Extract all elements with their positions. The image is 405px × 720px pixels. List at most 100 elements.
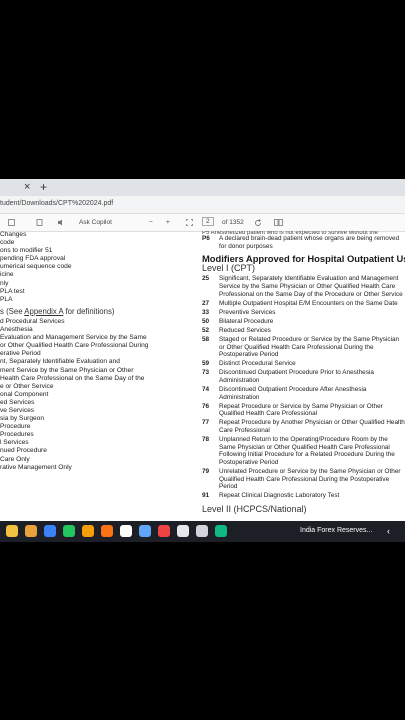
two-page-icon[interactable]	[274, 219, 283, 228]
modifier-description: Staged or Related Procedure or Service b…	[219, 336, 400, 359]
list-item: l Services	[0, 439, 29, 447]
modifier-row: 33 Preventive Services	[202, 309, 405, 317]
fit-page-icon[interactable]	[186, 219, 193, 228]
right-page-column: P5 Anesthetized patient who is not expec…	[202, 231, 405, 521]
list-item: e or Other Service	[0, 382, 54, 390]
list-item: nly	[0, 279, 9, 287]
modifier-list-bottom: d Procedural Services Anesthesia Evaluatio…	[0, 318, 190, 472]
modifier-row: 73 Discontinued Outpatient Procedure Prio…	[202, 369, 405, 384]
taskbar-app-icon[interactable]	[63, 525, 75, 537]
modifier-code: 52	[202, 326, 210, 334]
level-heading: Level I (CPT)	[202, 262, 256, 273]
address-bar[interactable]: tudent/Downloads/CPT%202024.pdf	[0, 196, 405, 214]
taskbar-app-icon[interactable]	[139, 525, 151, 537]
list-item: Procedures	[0, 431, 34, 439]
taskbar-app-icon[interactable]	[158, 525, 170, 537]
close-tab-icon[interactable]: ×	[24, 181, 30, 193]
rotate-icon[interactable]	[254, 218, 262, 229]
modifier-row: 58 Staged or Related Procedure or Service…	[202, 336, 405, 359]
url-text[interactable]: tudent/Downloads/CPT%202024.pdf	[0, 200, 113, 207]
list-item: Evaluation and Management Service by the…	[0, 334, 147, 342]
section-heading-suffix: for definitions)	[63, 306, 115, 316]
modifier-description: Distinct Procedural Service	[219, 360, 296, 368]
modifier-row: 25 Significant, Separately Identifiable E…	[202, 275, 405, 298]
screen: × + tudent/Downloads/CPT%202024.pdf Ask …	[0, 179, 405, 542]
ask-copilot-button[interactable]: Ask Copilot	[79, 219, 112, 226]
modifier-code: 25	[202, 275, 210, 283]
list-item: ed Services	[0, 398, 35, 406]
appendix-a-link[interactable]: Appendix A	[24, 307, 63, 316]
news-widget[interactable]: India Forex Reserves...	[300, 527, 372, 534]
modifier-code: 91	[202, 492, 210, 500]
list-item: Anesthesia	[0, 326, 33, 334]
taskbar-app-icon[interactable]	[44, 525, 56, 537]
list-item: code	[0, 239, 15, 247]
taskbar-app-icon[interactable]	[25, 525, 37, 537]
left-page-column: Changes code ons to modifier 51 pending FDA…	[0, 231, 190, 521]
list-item: d Procedural Services	[0, 317, 65, 325]
modifier-row: 74 Discontinued Outpatient Procedure Afte…	[202, 386, 405, 401]
list-item: erative Period	[0, 350, 41, 358]
modifier-code: 59	[202, 360, 210, 368]
modifier-row: 27 Multiple Outpatient Hospital E/M Encou…	[202, 300, 405, 308]
modifier-code: 27	[202, 299, 210, 307]
sidebar-toggle-icon[interactable]	[8, 219, 15, 228]
modifier-description: Unplanned Return to the Operating/Proced…	[219, 436, 395, 466]
modifier-row: 77 Repeat Procedure by Another Physician …	[202, 419, 405, 434]
section-heading: s (See Appendix A for definitions)	[0, 306, 190, 316]
list-item: ment Service by the Same Physician or Ot…	[0, 366, 134, 374]
modifier-description: Significant, Separately Identifiable Eva…	[219, 275, 403, 298]
browser-tab-strip: × +	[0, 179, 405, 196]
taskbar-app-icon[interactable]	[120, 525, 132, 537]
list-item: icine	[0, 271, 14, 279]
taskbar-app-icon[interactable]	[101, 525, 113, 537]
taskbar-app-icon[interactable]	[82, 525, 94, 537]
pdf-toolbar: Ask Copilot − + 2 of 1352	[0, 214, 405, 232]
taskbar-app-icon[interactable]	[196, 525, 208, 537]
modifier-row: 79 Unrelated Procedure or Service by the …	[202, 468, 405, 491]
page-number-input[interactable]: 2	[202, 217, 214, 226]
list-item: or Other Qualified Health Care Professio…	[0, 342, 149, 350]
modifier-description: Repeat Procedure by Another Physician or…	[219, 419, 405, 435]
list-item: umerical sequence code	[0, 263, 72, 271]
list-item: PLA	[0, 295, 13, 303]
modifier-description: Preventive Services	[219, 308, 276, 316]
new-tab-icon[interactable]: +	[40, 180, 47, 194]
page-title: Modifiers Approved for Hospital Outpatie…	[202, 253, 405, 265]
modifier-row: 76 Repeat Procedure or Service by Same Ph…	[202, 403, 405, 418]
modifier-description: Unrelated Procedure or Service by the Sa…	[219, 468, 401, 491]
modifier-description: Discontinued Outpatient Procedure After …	[219, 386, 367, 401]
page-view-icon[interactable]	[36, 219, 43, 228]
list-item: pending FDA approval	[0, 255, 66, 263]
modifier-code: 76	[202, 402, 210, 410]
modifier-row: 59 Distinct Procedural Service	[202, 360, 405, 368]
taskbar-app-icon[interactable]	[215, 525, 227, 537]
modifier-code: 50	[202, 317, 210, 325]
read-aloud-icon[interactable]	[57, 219, 65, 228]
modifier-description: Repeat Procedure or Service by Same Phys…	[219, 402, 383, 418]
list-item: rative Management Only	[0, 463, 72, 471]
modifier-table: 25 Significant, Separately Identifiable E…	[202, 275, 405, 500]
taskbar-app-icon[interactable]	[6, 525, 18, 537]
modifier-description: Repeat Clinical Diagnostic Laboratory Te…	[219, 492, 340, 500]
modifier-row: 52 Reduced Services	[202, 327, 405, 335]
list-item: Care Only	[0, 455, 30, 463]
show-hidden-icons-chevron-icon[interactable]: ‹	[387, 526, 390, 536]
modifier-list-top: Changes code ons to modifier 51 pending FDA…	[0, 231, 190, 304]
modifier-code: 58	[202, 336, 210, 344]
modifier-description: Reduced Services	[219, 326, 271, 334]
list-item: onal Component	[0, 390, 49, 398]
zoom-out-button[interactable]: −	[149, 219, 153, 226]
modifier-row: 78 Unplanned Return to the Operating/Proc…	[202, 436, 405, 466]
zoom-in-button[interactable]: +	[166, 219, 170, 226]
taskbar-app-icon[interactable]	[177, 525, 189, 537]
modifier-code: 74	[202, 386, 210, 394]
level-two-heading: Level II (HCPCS/National)	[202, 503, 307, 514]
modifier-description: Bilateral Procedure	[219, 317, 274, 325]
modifier-code: 33	[202, 308, 210, 316]
modifier-description: Discontinued Outpatient Procedure Prior …	[219, 369, 374, 384]
modifier-description: A declared brain-dead patient whose orga…	[219, 235, 400, 250]
modifier-row: 91 Repeat Clinical Diagnostic Laboratory …	[202, 492, 405, 500]
modifier-description: Multiple Outpatient Hospital E/M Encount…	[219, 299, 398, 307]
page-total: of 1352	[222, 219, 244, 226]
